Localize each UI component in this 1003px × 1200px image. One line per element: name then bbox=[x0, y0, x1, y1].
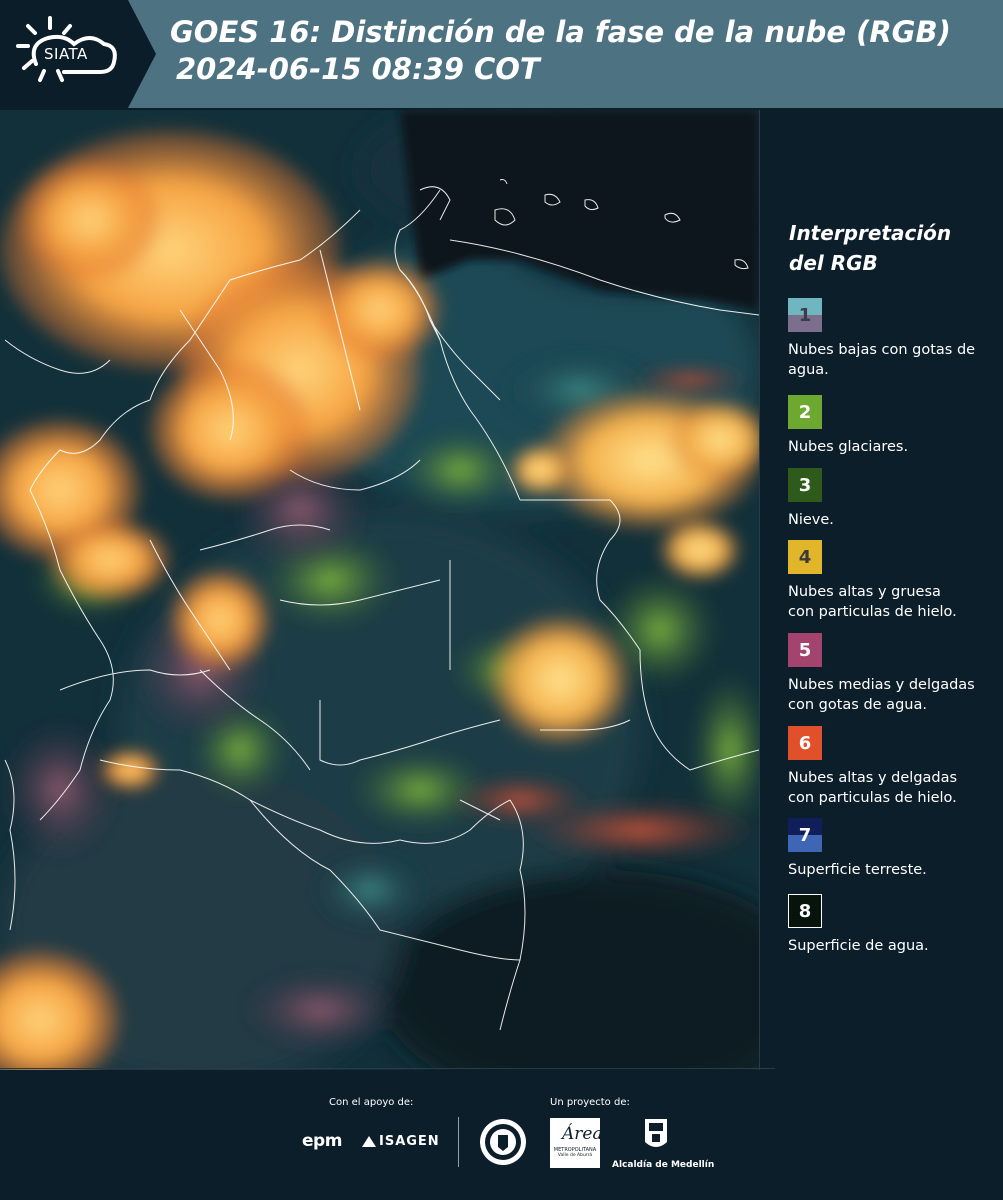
legend-item-7: 7 Superficie terreste. bbox=[788, 818, 927, 880]
logo-chevron bbox=[128, 0, 156, 108]
legend-num-8: 8 bbox=[798, 900, 812, 922]
legend-label-4-line-2: con particulas de hielo. bbox=[788, 604, 957, 620]
isagen-logo-text: ISAGEN bbox=[379, 1134, 440, 1149]
legend-num-6: 6 bbox=[798, 732, 812, 754]
legend-label-4-line-1: Nubes altas y gruesa bbox=[788, 584, 941, 600]
legend-num-4: 4 bbox=[798, 546, 812, 568]
satellite-image bbox=[0, 110, 759, 1070]
legend-label-3: Nieve. bbox=[788, 512, 834, 528]
legend-swatch-5: 5 bbox=[788, 633, 822, 667]
legend-label-4: Nubes altas y gruesa con particulas de hi… bbox=[788, 582, 957, 622]
legend-panel: Interpretación del RGB 1 Nubes bajas con… bbox=[760, 110, 1003, 1070]
title-line-2: 2024-06-15 08:39 COT bbox=[176, 52, 540, 86]
legend-swatch-4: 4 bbox=[788, 540, 822, 574]
isagen-icon bbox=[362, 1136, 376, 1147]
legend-swatch-2: 2 bbox=[788, 395, 822, 429]
legend-label-6-line-2: con particulas de hielo. bbox=[788, 790, 957, 806]
university-seal[interactable] bbox=[478, 1117, 528, 1170]
legend-label-5-line-2: con gotas de agua. bbox=[788, 697, 927, 713]
legend-label-5: Nubes medias y delgadas con gotas de agua… bbox=[788, 675, 975, 715]
alcaldia-logo[interactable]: Alcaldía de Medellín bbox=[612, 1160, 714, 1170]
legend-title-line-1: Interpretación bbox=[789, 221, 952, 245]
shield-icon bbox=[645, 1119, 667, 1147]
legend-title: Interpretación del RGB bbox=[789, 218, 951, 278]
legend-item-8: 8 Superficie de agua. bbox=[788, 894, 929, 956]
legend-swatch-6: 6 bbox=[788, 726, 822, 760]
legend-label-6-line-1: Nubes altas y delgadas bbox=[788, 770, 958, 786]
legend-num-5: 5 bbox=[798, 639, 812, 661]
page-title: GOES 16: Distinción de la fase de la nub… bbox=[170, 14, 951, 88]
alcaldia-shield bbox=[644, 1118, 668, 1155]
area-metropolitana-logo[interactable]: Área METROPOLITANA Valle de Aburrá bbox=[550, 1118, 603, 1168]
epm-logo[interactable]: epm bbox=[302, 1131, 342, 1151]
epm-logo-text: epm bbox=[302, 1131, 342, 1151]
legend-label-1-line-1: Nubes bajas con gotas de bbox=[788, 342, 976, 358]
legend-num-7: 7 bbox=[798, 824, 812, 846]
legend-label-5-line-1: Nubes medias y delgadas bbox=[788, 677, 975, 693]
legend-num-1: 1 bbox=[798, 304, 812, 326]
legend-item-1: 1 Nubes bajas con gotas de agua. bbox=[788, 298, 975, 380]
area-logo-swoosh-icon: Área bbox=[562, 1124, 603, 1144]
legend-item-2: 2 Nubes glaciares. bbox=[788, 395, 908, 457]
legend-label-8: Superficie de agua. bbox=[788, 938, 929, 954]
legend-swatch-7: 7 bbox=[788, 818, 822, 852]
title-line-1: GOES 16: Distinción de la fase de la nub… bbox=[170, 15, 951, 49]
legend-num-2: 2 bbox=[798, 401, 812, 423]
legend-item-4: 4 Nubes altas y gruesa con particulas de … bbox=[788, 540, 957, 622]
legend-label-6: Nubes altas y delgadas con particulas de … bbox=[788, 768, 957, 808]
legend-label-7: Superficie terreste. bbox=[788, 862, 927, 878]
legend-label-1: Nubes bajas con gotas de agua. bbox=[788, 340, 975, 380]
legend-item-6: 6 Nubes altas y delgadas con particulas d… bbox=[788, 726, 957, 808]
legend-swatch-8: 8 bbox=[788, 894, 822, 928]
isagen-logo[interactable]: ISAGEN bbox=[362, 1134, 440, 1149]
legend-label-2: Nubes glaciares. bbox=[788, 439, 909, 455]
legend-title-line-2: del RGB bbox=[789, 251, 878, 275]
siata-logo[interactable]: SIATA bbox=[0, 0, 128, 108]
legend-swatch-3: 3 bbox=[788, 468, 822, 502]
footer-divider bbox=[0, 1068, 775, 1069]
footer-vertical-divider bbox=[458, 1117, 459, 1167]
satellite-map[interactable] bbox=[0, 110, 759, 1070]
support-label: Con el apoyo de: bbox=[329, 1097, 414, 1108]
legend-item-3: 3 Nieve. bbox=[788, 468, 834, 530]
university-seal-icon bbox=[480, 1119, 526, 1165]
area-logo-sub: Valle de Aburrá bbox=[557, 1153, 593, 1158]
logo-text: SIATA bbox=[44, 45, 88, 63]
legend-item-5: 5 Nubes medias y delgadas con gotas de ag… bbox=[788, 633, 975, 715]
legend-num-3: 3 bbox=[798, 474, 812, 496]
header-bar: SIATA GOES 16: Distinción de la fase de … bbox=[0, 0, 1003, 108]
legend-label-1-line-2: agua. bbox=[788, 362, 829, 378]
legend-swatch-1: 1 bbox=[788, 298, 822, 332]
project-label: Un proyecto de: bbox=[550, 1097, 630, 1108]
